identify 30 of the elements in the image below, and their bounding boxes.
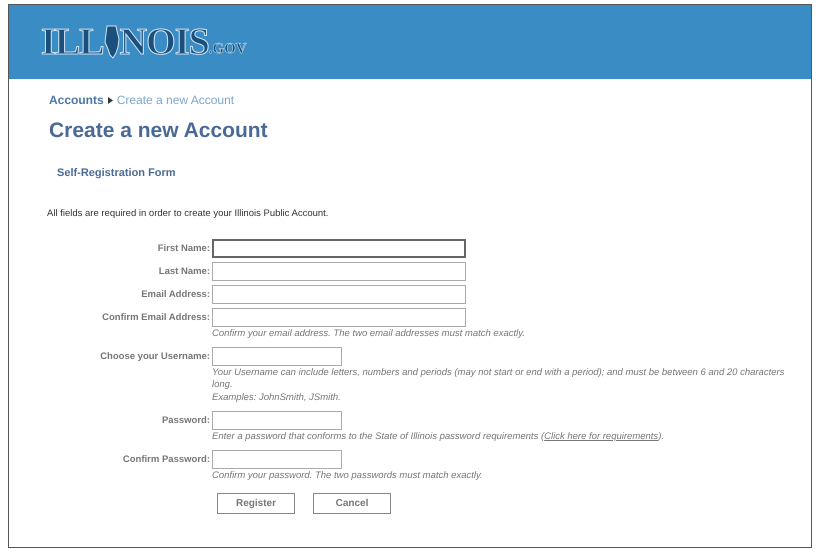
form-button[interactable]: Register <box>217 493 295 514</box>
text-field[interactable] <box>212 239 466 258</box>
form-heading: Self-Registration Form <box>57 166 177 180</box>
requirements-link[interactable]: Click here for requirements <box>544 431 658 442</box>
hint-text: Confirm your password. The two passwords must match exactly. <box>212 470 484 482</box>
text-field[interactable] <box>212 411 342 430</box>
field-label: First Name: <box>156 242 211 256</box>
breadcrumb-link[interactable]: Create a new Account <box>116 91 234 109</box>
field-label: Confirm Password: <box>122 453 211 468</box>
state-map-icon <box>104 25 120 59</box>
intro-text: All fields are required in order to create your Illinois Public Account. <box>47 207 330 221</box>
text-field[interactable] <box>212 308 466 328</box>
text-field[interactable] <box>212 285 466 304</box>
text-field[interactable] <box>212 347 342 366</box>
breadcrumb-link[interactable]: Accounts <box>49 91 104 109</box>
chevron-icon <box>108 96 113 104</box>
hint-text: Examples: JohnSmith, JSmith. <box>212 392 342 404</box>
text-field[interactable] <box>212 450 342 470</box>
site-logo[interactable]: ILL NOIS.GOV <box>41 23 247 61</box>
hint-text: Your Username can include letters, numbers and periods (may not start or end with a period); and must be between 6 and 20 characters long. <box>212 367 786 392</box>
hint-text: Confirm your email address. The two email addresses must match exactly. <box>212 328 526 340</box>
field-label: Password: <box>160 414 211 428</box>
form-button[interactable]: Cancel <box>313 493 391 514</box>
hint-text: Enter a password that conforms to the State of Illinois password requirements (Click here for requirements). <box>212 431 665 444</box>
field-label: Last Name: <box>158 265 211 280</box>
page-title: Create a new Account <box>49 118 269 144</box>
field-label: Choose your Username: <box>99 350 211 364</box>
field-label: Email Address: <box>140 288 211 302</box>
text-field[interactable] <box>212 262 466 282</box>
field-label: Confirm Email Address: <box>101 311 211 326</box>
